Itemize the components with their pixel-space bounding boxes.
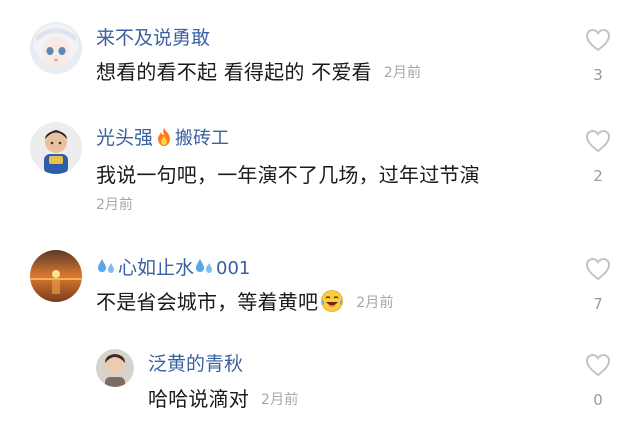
comment-time: 2月前 — [96, 197, 133, 213]
comment-username[interactable]: 来不及说勇敢 — [96, 26, 210, 50]
comment-text: 不是省会城市，等着黄吧 2月前 — [96, 290, 394, 314]
user-avatar[interactable] — [96, 349, 134, 387]
comment-text: 我说一句吧，一年演不了几场，过年过节演 — [96, 163, 480, 187]
droplets-icon — [98, 259, 114, 273]
user-avatar[interactable] — [30, 250, 82, 302]
comment-text: 想看的看不起 看得起的 不爱看 2月前 — [96, 60, 422, 84]
heart-icon — [585, 353, 611, 377]
reply-item: 泛黄的青秋 哈哈说滴对 2月前 0 — [0, 340, 640, 425]
heart-icon — [585, 28, 611, 52]
doll-avatar-icon — [30, 22, 82, 74]
comment-item: 心如止水 001 不是省会城市，等着黄吧 2月前 7 — [0, 230, 640, 340]
like-count: 0 — [593, 391, 603, 409]
comment-username[interactable]: 光头强 搬砖工 — [96, 126, 229, 151]
sunset-avatar-icon — [30, 250, 82, 302]
like-button[interactable]: 7 — [578, 257, 618, 313]
user-avatar[interactable] — [30, 22, 82, 74]
comment-text: 哈哈说滴对 2月前 — [148, 387, 299, 411]
heart-icon — [585, 129, 611, 153]
like-button[interactable]: 3 — [578, 28, 618, 84]
comment-username[interactable]: 泛黄的青秋 — [148, 352, 243, 376]
like-button[interactable]: 0 — [578, 353, 618, 409]
comment-item: 来不及说勇敢 想看的看不起 看得起的 不爱看 2月前 3 — [0, 0, 640, 105]
comment-time: 2月前 — [383, 65, 422, 81]
laughing-tears-emoji-icon — [321, 290, 344, 312]
fire-icon — [158, 128, 171, 146]
child-avatar-icon — [30, 122, 82, 174]
comment-item: 光头强 搬砖工 我说一句吧，一年演不了几场，过年过节演 2月前 2 — [0, 105, 640, 230]
comment-time: 2月前 — [356, 295, 394, 311]
heart-icon — [585, 257, 611, 281]
user-avatar[interactable] — [30, 122, 82, 174]
comment-time: 2月前 — [261, 392, 299, 408]
person-avatar-icon — [96, 349, 134, 387]
like-count: 3 — [593, 66, 603, 84]
comment-username[interactable]: 心如止水 001 — [96, 256, 250, 281]
like-count: 2 — [593, 167, 603, 185]
like-button[interactable]: 2 — [578, 129, 618, 185]
like-count: 7 — [593, 295, 603, 313]
droplets-icon — [196, 259, 213, 273]
